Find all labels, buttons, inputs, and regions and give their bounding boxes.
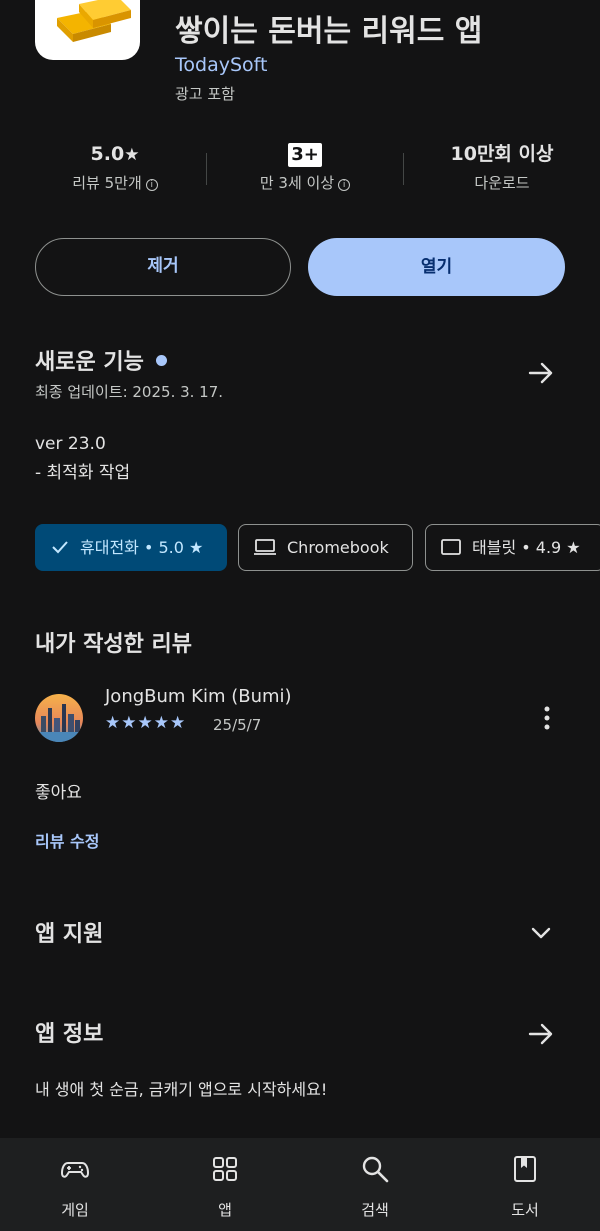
content-rating-label: 만 3세 이상 [259, 174, 335, 192]
nav-label: 앱 [218, 1201, 232, 1219]
avatar [35, 694, 83, 742]
gold-bars-icon [57, 0, 131, 42]
chip-label: Chromebook [287, 538, 389, 557]
more-vert-icon[interactable] [538, 703, 556, 733]
app-title: 쌓이는 돈버는 리워드 앱 [175, 14, 483, 49]
reviewer-name: JongBum Kim (Bumi) [105, 686, 292, 707]
review-text: 좋아요 [35, 783, 82, 803]
stats-row: 5.0★ 리뷰 5만개 i 3+ 만 3세 이상 i 10만회 이상 다운로드 [0, 140, 600, 200]
downloads-value: 10만회 이상 [450, 143, 554, 165]
nav-label: 검색 [361, 1201, 389, 1219]
chip-chromebook[interactable]: Chromebook [238, 524, 413, 571]
review-date: 25/5/7 [213, 716, 262, 734]
gamepad-icon [61, 1162, 89, 1178]
nav-label: 도서 [511, 1201, 539, 1219]
star-icon: ★ [124, 145, 140, 165]
whats-new-header[interactable]: 새로운 기능 [35, 344, 167, 376]
reviews-count: 리뷰 5만개 [72, 174, 142, 192]
nav-books[interactable]: 도서 [450, 1138, 600, 1231]
rating-stat[interactable]: 5.0★ 리뷰 5만개 i [45, 140, 185, 193]
content-rating-stat[interactable]: 3+ 만 3세 이상 i [235, 140, 375, 193]
tablet-icon [441, 539, 461, 555]
laptop-icon [254, 539, 276, 555]
chip-tablet[interactable]: 태블릿 • 4.9 ★ [425, 524, 600, 571]
developer-link[interactable]: TodaySoft [175, 54, 267, 76]
book-icon [514, 1156, 536, 1182]
avatar-image [35, 694, 83, 742]
arrow-right-icon[interactable] [526, 1019, 556, 1049]
about-description: 내 생애 첫 순금, 금캐기 앱으로 시작하세요! [35, 1080, 328, 1099]
downloads-stat: 10만회 이상 다운로드 [432, 140, 572, 193]
downloads-label: 다운로드 [474, 174, 530, 192]
app-icon [35, 0, 140, 60]
bottom-nav: 게임 앱 검색 도서 [0, 1138, 600, 1231]
arrow-right-icon[interactable] [526, 358, 556, 388]
chip-phone[interactable]: 휴대전화 • 5.0 ★ [35, 524, 227, 571]
whats-new-title: 새로운 기능 [35, 350, 144, 375]
new-indicator-dot [155, 355, 167, 366]
review-stars: ★★★★★ [105, 713, 187, 733]
chevron-down-icon[interactable] [526, 918, 556, 948]
about-app-header[interactable]: 앱 정보 [35, 1016, 103, 1048]
chip-label: 휴대전화 • 5.0 ★ [80, 538, 204, 557]
my-review-title: 내가 작성한 리뷰 [35, 632, 192, 657]
edit-review-link[interactable]: 리뷰 수정 [35, 828, 99, 852]
search-icon [362, 1156, 389, 1183]
last-updated-date: 최종 업데이트: 2025. 3. 17. [35, 383, 224, 401]
check-icon [52, 541, 68, 554]
uninstall-button[interactable]: 제거 [35, 238, 291, 296]
nav-apps[interactable]: 앱 [150, 1138, 300, 1231]
info-icon: i [338, 179, 351, 191]
info-icon: i [145, 179, 158, 191]
stat-divider [206, 153, 207, 185]
ads-label: 광고 포함 [175, 85, 235, 103]
nav-games[interactable]: 게임 [0, 1138, 150, 1231]
release-notes: ver 23.0 - 최적화 작업 [35, 434, 131, 483]
chip-label: 태블릿 • 4.9 ★ [472, 538, 581, 557]
open-button[interactable]: 열기 [308, 238, 565, 296]
apps-grid-icon [213, 1157, 237, 1181]
app-support-header[interactable]: 앱 지원 [35, 916, 103, 948]
content-rating-badge: 3+ [288, 143, 322, 167]
nav-label: 게임 [61, 1201, 89, 1219]
rating-value: 5.0 [90, 143, 125, 165]
nav-search[interactable]: 검색 [300, 1138, 450, 1231]
stat-divider [403, 153, 404, 185]
